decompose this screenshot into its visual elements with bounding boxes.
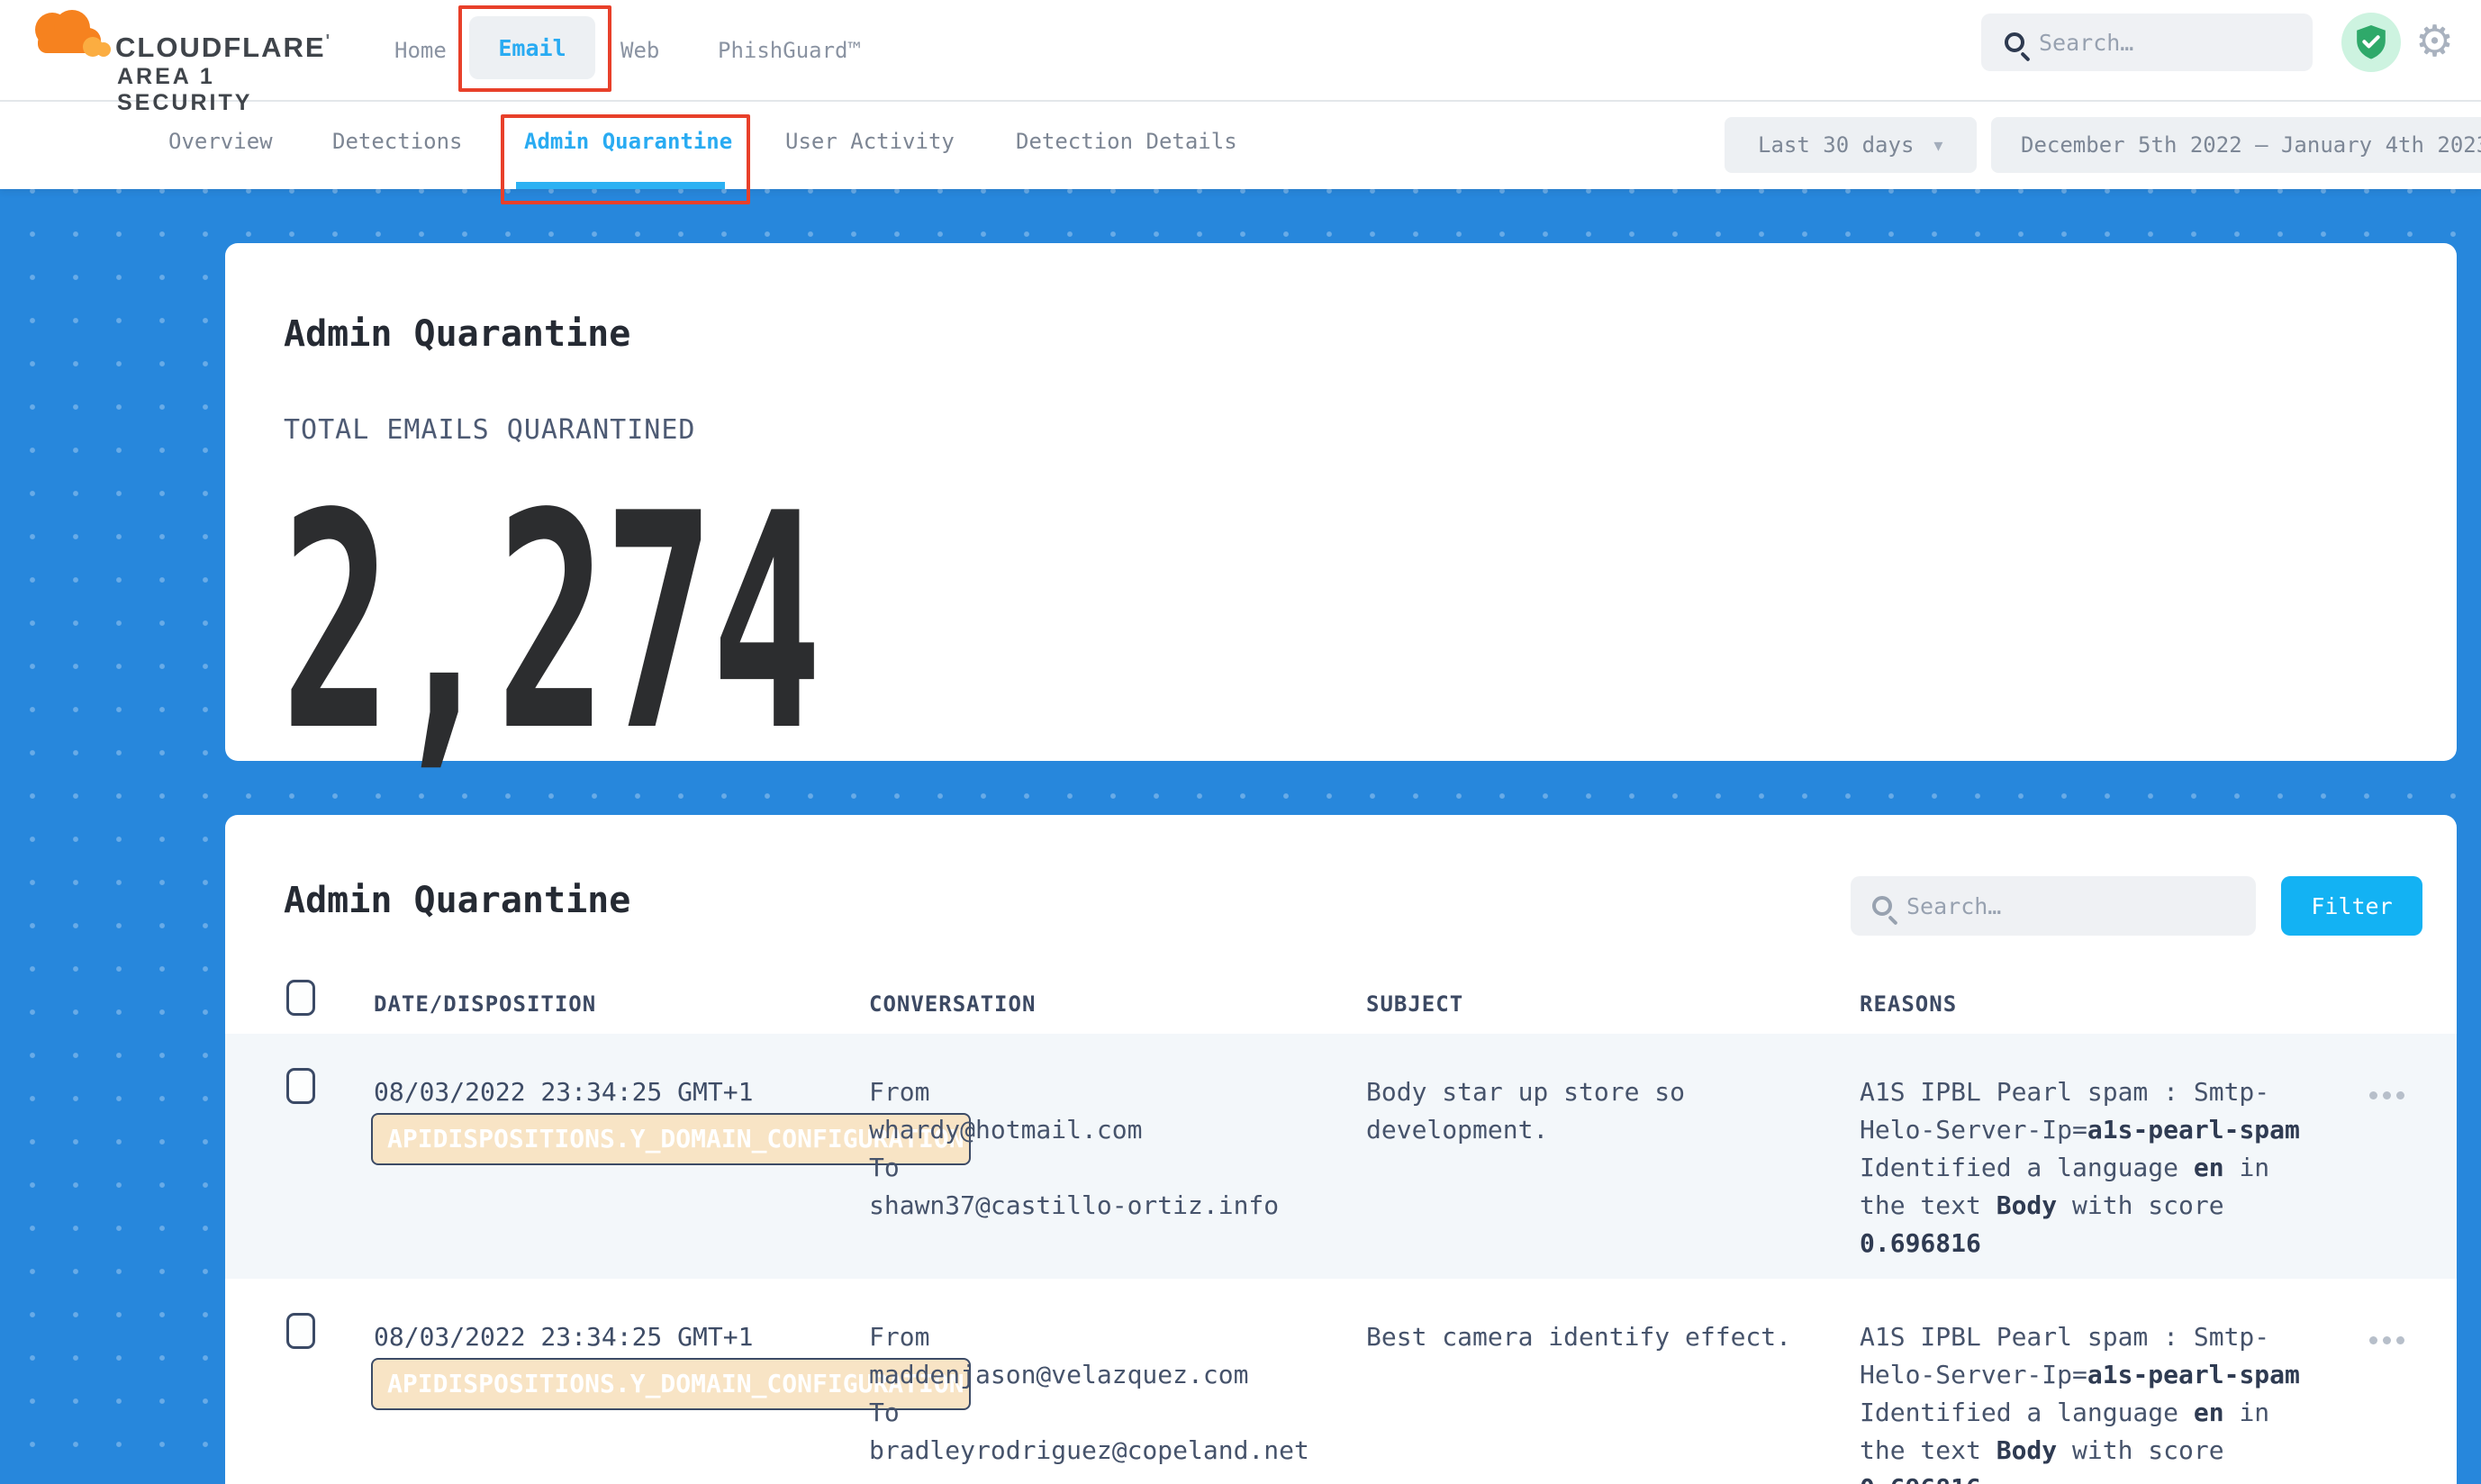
subnav-item-overview[interactable]: Overview (168, 129, 273, 154)
row-actions-button[interactable] (2364, 1331, 2410, 1350)
row-reasons: A1S IPBL Pearl spam : Smtp- Helo-Server-… (1860, 1073, 2319, 1262)
chevron-down-icon: ▾ (1933, 134, 1942, 156)
email-subnav: Overview Detections Admin Quarantine Use… (0, 102, 2481, 189)
brand-tagline: AREA 1 SECURITY (117, 64, 324, 116)
column-header-subject: SUBJECT (1366, 991, 1463, 1017)
subnav-item-detection-details[interactable]: Detection Details (1016, 129, 1237, 154)
cloudflare-cloud-icon (18, 5, 112, 60)
to-email: bradleyrodriguez@copeland.net (869, 1432, 1309, 1470)
row-date: 08/03/2022 23:34:25 GMT+1 (374, 1318, 753, 1356)
subnav-item-admin-quarantine[interactable]: Admin Quarantine (524, 129, 732, 154)
table-card-title: Admin Quarantine (284, 880, 630, 921)
topnav-item-home[interactable]: Home (394, 38, 447, 63)
date-range-display[interactable]: December 5th 2022 — January 4th 2023 (1991, 117, 2481, 173)
date-range-selector[interactable]: Last 30 days ▾ (1725, 117, 1977, 173)
subnav-item-detections[interactable]: Detections (332, 129, 463, 154)
row-actions-button[interactable] (2364, 1086, 2410, 1105)
to-label: To (869, 1394, 1309, 1432)
topnav-item-email[interactable]: Email (469, 16, 595, 79)
summary-card: Admin Quarantine TOTAL EMAILS QUARANTINE… (225, 243, 2457, 761)
row-subject: Best camera identify effect. (1366, 1318, 1803, 1356)
total-quarantined-value: 2,274 (281, 475, 819, 772)
select-all-checkbox[interactable] (286, 980, 315, 1016)
page-background: Admin Quarantine TOTAL EMAILS QUARANTINE… (0, 189, 2481, 1484)
brand-name: CLOUDFLARE (115, 32, 331, 64)
table-search-input[interactable] (1906, 893, 2132, 919)
row-subject: Body star up store so development. (1366, 1073, 1803, 1149)
from-email: whardy@hotmail.com (869, 1111, 1279, 1149)
column-header-date: DATE/DISPOSITION (374, 991, 596, 1017)
settings-gear-icon[interactable]: ⚙ (2415, 20, 2454, 63)
to-label: To (869, 1149, 1279, 1187)
summary-card-title: Admin Quarantine (284, 313, 630, 355)
table-row: 08/03/2022 23:34:25 GMT+1 APIDISPOSITION… (225, 1279, 2457, 1484)
table-row: 08/03/2022 23:34:25 GMT+1 APIDISPOSITION… (225, 1034, 2457, 1279)
cloudflare-logo[interactable]: CLOUDFLARE AREA 1 SECURITY (18, 5, 324, 95)
filter-button[interactable]: Filter (2281, 876, 2422, 936)
row-checkbox[interactable] (286, 1313, 315, 1349)
shield-check-icon (2354, 23, 2388, 61)
from-label: From (869, 1318, 1309, 1356)
table-search (1851, 876, 2256, 936)
search-icon (1872, 896, 1892, 916)
metric-label: TOTAL EMAILS QUARANTINED (284, 414, 695, 446)
subnav-item-user-activity[interactable]: User Activity (785, 129, 955, 154)
from-email: maddenjason@velazquez.com (869, 1356, 1309, 1394)
quarantine-table-card: Admin Quarantine Filter DATE/DISPOSITION… (225, 815, 2457, 1484)
app-screen: CLOUDFLARE AREA 1 SECURITY Home Email We… (0, 0, 2481, 1484)
row-reasons: A1S IPBL Pearl spam : Smtp- Helo-Server-… (1860, 1318, 2319, 1484)
active-tab-underline (516, 182, 725, 189)
topbar: CLOUDFLARE AREA 1 SECURITY Home Email We… (0, 0, 2481, 102)
row-conversation: From whardy@hotmail.com To shawn37@casti… (869, 1073, 1279, 1225)
topnav-item-web[interactable]: Web (620, 38, 659, 63)
date-range-text: December 5th 2022 — January 4th 2023 (2021, 132, 2481, 158)
protection-status-badge[interactable] (2341, 13, 2401, 72)
date-range-selector-label: Last 30 days (1758, 132, 1914, 158)
to-email: shawn37@castillo-ortiz.info (869, 1187, 1279, 1225)
global-search-input[interactable] (2039, 30, 2264, 56)
global-search (1981, 14, 2313, 71)
row-checkbox[interactable] (286, 1068, 315, 1104)
column-header-reasons: REASONS (1860, 991, 1957, 1017)
column-header-conversation: CONVERSATION (869, 991, 1036, 1017)
search-icon (2005, 32, 2024, 52)
topnav-item-phishguard[interactable]: PhishGuard™ (718, 38, 861, 63)
from-label: From (869, 1073, 1279, 1111)
row-conversation: From maddenjason@velazquez.com To bradle… (869, 1318, 1309, 1470)
row-date: 08/03/2022 23:34:25 GMT+1 (374, 1073, 753, 1111)
